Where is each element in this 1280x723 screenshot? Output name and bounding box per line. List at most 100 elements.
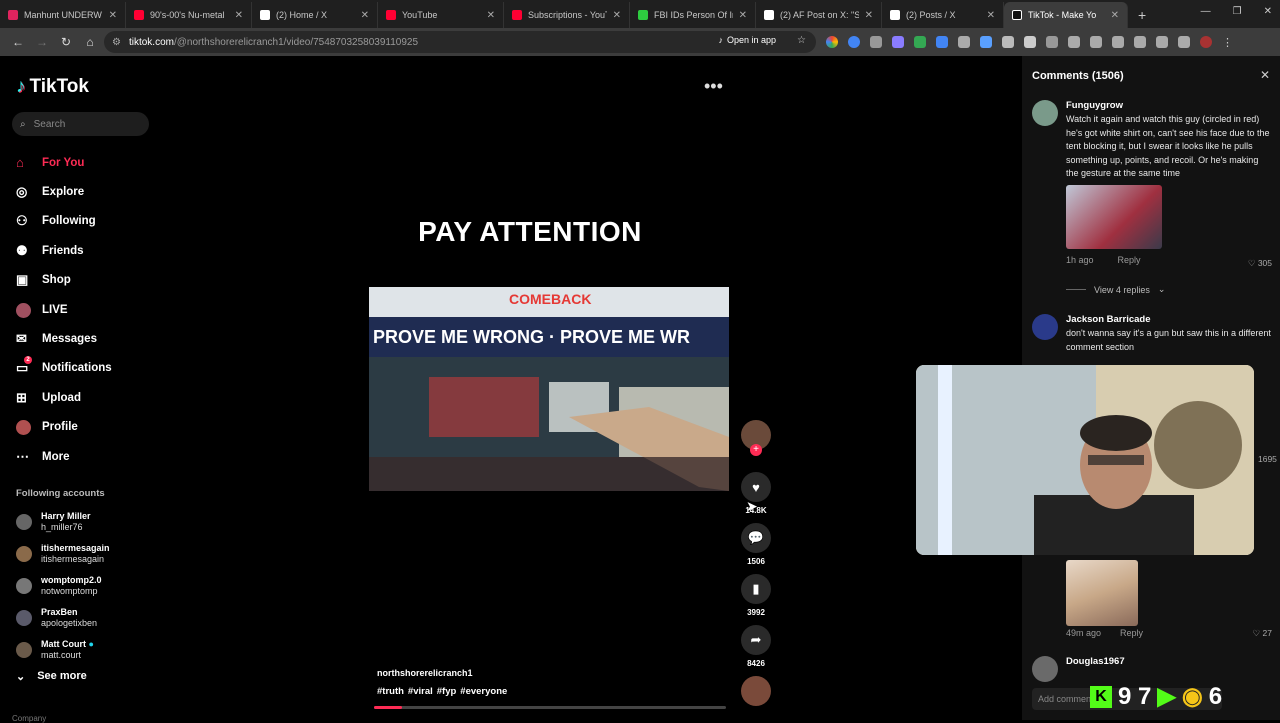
- nav-live[interactable]: LIVE: [16, 295, 156, 324]
- account-item[interactable]: itishermesagain itishermesagain: [16, 538, 156, 570]
- close-tab-icon[interactable]: ✕: [987, 10, 995, 21]
- new-tab-icon[interactable]: +: [1128, 2, 1156, 28]
- footer-company-link[interactable]: Company: [12, 714, 46, 723]
- close-tab-icon[interactable]: ✕: [235, 10, 243, 21]
- profile-avatar-icon[interactable]: [1200, 36, 1212, 48]
- extension-icon[interactable]: [914, 36, 926, 48]
- home-icon[interactable]: ⌂: [78, 35, 102, 49]
- comment-button[interactable]: 💬 1506: [740, 523, 772, 567]
- browser-tab[interactable]: 90's-00's Nu-metal ✕: [126, 2, 252, 28]
- more-options-icon[interactable]: •••: [704, 76, 723, 97]
- video-author[interactable]: northshorerelicranch1: [377, 668, 473, 678]
- reply-button[interactable]: Reply: [1120, 628, 1143, 638]
- extension-icon[interactable]: [892, 36, 904, 48]
- close-tab-icon[interactable]: ✕: [613, 10, 621, 21]
- extension-icon[interactable]: [1112, 36, 1124, 48]
- video-progress-bar[interactable]: [374, 706, 726, 709]
- extension-icon[interactable]: [1046, 36, 1058, 48]
- browser-tab[interactable]: Manhunt UNDERW ✕: [0, 2, 126, 28]
- extension-icon[interactable]: [1090, 36, 1102, 48]
- minimize-icon[interactable]: —: [1201, 6, 1211, 17]
- search-input[interactable]: ⌕ Search: [12, 112, 149, 136]
- open-in-app-button[interactable]: ♪ Open in app: [718, 35, 776, 45]
- account-item[interactable]: PraxBen apologetixben: [16, 602, 156, 634]
- extension-icon[interactable]: [1068, 36, 1080, 48]
- video-frame[interactable]: COMEBACK PROVE ME WRONG · PROVE ME WR: [369, 287, 729, 491]
- account-name: PraxBen: [41, 607, 78, 617]
- extension-icon[interactable]: [1002, 36, 1014, 48]
- comment-username[interactable]: Jackson Barricade: [1066, 314, 1272, 325]
- address-bar[interactable]: ⚙ tiktok.com/@northshorerelicranch1/vide…: [104, 31, 816, 53]
- menu-kebab-icon[interactable]: ⋮: [1222, 36, 1233, 49]
- see-more-button[interactable]: ⌄ See more: [16, 670, 87, 683]
- nav-following[interactable]: ⚇ Following: [16, 207, 156, 236]
- bookmark-star-icon[interactable]: ☆: [797, 35, 806, 46]
- avatar[interactable]: [1032, 100, 1058, 126]
- account-item[interactable]: Harry Miller h_miller76: [16, 506, 156, 538]
- close-tab-icon[interactable]: ✕: [487, 10, 495, 21]
- site-info-icon[interactable]: ⚙: [112, 37, 121, 48]
- browser-tab[interactable]: FBI IDs Person Of Inte ✕: [630, 2, 756, 28]
- browser-tab[interactable]: YouTube ✕: [378, 2, 504, 28]
- nav-upload[interactable]: ⊞ Upload: [16, 383, 156, 412]
- browser-tab[interactable]: (2) Home / X ✕: [252, 2, 378, 28]
- nav-more[interactable]: ⋯ More: [16, 442, 156, 471]
- nav-profile[interactable]: Profile: [16, 413, 156, 442]
- extension-icon[interactable]: [1134, 36, 1146, 48]
- nav-shop[interactable]: ▣ Shop: [16, 266, 156, 295]
- nav-friends[interactable]: ⚉ Friends: [16, 236, 156, 265]
- extension-icon[interactable]: [980, 36, 992, 48]
- nav-explore[interactable]: ◎ Explore: [16, 177, 156, 206]
- close-icon[interactable]: ✕: [1260, 68, 1270, 82]
- nav-notifications[interactable]: ▭ 2 Notifications: [16, 354, 156, 383]
- nav-for-you[interactable]: ⌂ For You: [16, 148, 156, 177]
- close-tab-icon[interactable]: ✕: [1111, 10, 1119, 21]
- close-tab-icon[interactable]: ✕: [865, 10, 873, 21]
- avatar[interactable]: [1032, 314, 1058, 340]
- reply-button[interactable]: Reply: [1118, 255, 1141, 265]
- extension-icon[interactable]: [936, 36, 948, 48]
- browser-tab[interactable]: Subscriptions - YouTu ✕: [504, 2, 630, 28]
- back-icon[interactable]: ←: [6, 35, 30, 49]
- share-button[interactable]: ➦ 8426: [740, 625, 772, 669]
- maximize-icon[interactable]: ❐: [1233, 6, 1242, 17]
- comment-like-button[interactable]: ♡ 27: [1253, 628, 1272, 639]
- view-replies-button[interactable]: View 4 replies ⌄: [1066, 284, 1165, 295]
- reload-icon[interactable]: ↻: [54, 35, 78, 49]
- comment-username[interactable]: Douglas1967: [1066, 656, 1272, 667]
- hashtag-link[interactable]: #truth: [377, 686, 404, 697]
- browser-tab[interactable]: (2) AF Post on X: "Ste ✕: [756, 2, 882, 28]
- creator-avatar-button[interactable]: +: [740, 420, 772, 456]
- comment-image[interactable]: [1066, 184, 1162, 249]
- sound-avatar-button[interactable]: [740, 676, 772, 706]
- save-button[interactable]: ▮ 3992: [740, 574, 772, 618]
- window-controls: — ❐ ✕: [1201, 6, 1272, 17]
- extension-icon[interactable]: [848, 36, 860, 48]
- account-item[interactable]: Matt Court ● matt.court: [16, 634, 156, 666]
- hashtag-link[interactable]: #fyp: [437, 686, 457, 697]
- extension-icon[interactable]: [1178, 36, 1190, 48]
- hashtag-link[interactable]: #viral: [408, 686, 433, 697]
- forward-icon[interactable]: →: [30, 35, 54, 49]
- tiktok-logo[interactable]: ♪ TikTok: [16, 76, 89, 98]
- extension-icon[interactable]: [870, 36, 882, 48]
- nav-messages[interactable]: ✉ Messages: [16, 324, 156, 353]
- chrome-extension-icon[interactable]: [826, 36, 838, 48]
- comment-image[interactable]: [1066, 560, 1138, 626]
- extension-icon[interactable]: [958, 36, 970, 48]
- browser-tab[interactable]: (2) Posts / X ✕: [882, 2, 1004, 28]
- account-item[interactable]: womptomp2.0 notwomptomp: [16, 570, 156, 602]
- comment-like-button[interactable]: ♡ 305: [1248, 258, 1272, 269]
- follow-plus-icon[interactable]: +: [750, 444, 762, 456]
- close-window-icon[interactable]: ✕: [1264, 6, 1272, 17]
- close-tab-icon[interactable]: ✕: [109, 10, 117, 21]
- avatar[interactable]: [1032, 656, 1058, 682]
- browser-tab-active[interactable]: TikTok - Make Yo ✕: [1004, 2, 1128, 28]
- close-tab-icon[interactable]: ✕: [361, 10, 369, 21]
- bookmark-icon: ▮: [741, 574, 771, 604]
- hashtag-link[interactable]: #everyone: [460, 686, 507, 697]
- close-tab-icon[interactable]: ✕: [739, 10, 747, 21]
- puzzle-icon[interactable]: [1024, 36, 1036, 48]
- extension-icon[interactable]: [1156, 36, 1168, 48]
- comment-username[interactable]: Funguygrow: [1066, 100, 1272, 111]
